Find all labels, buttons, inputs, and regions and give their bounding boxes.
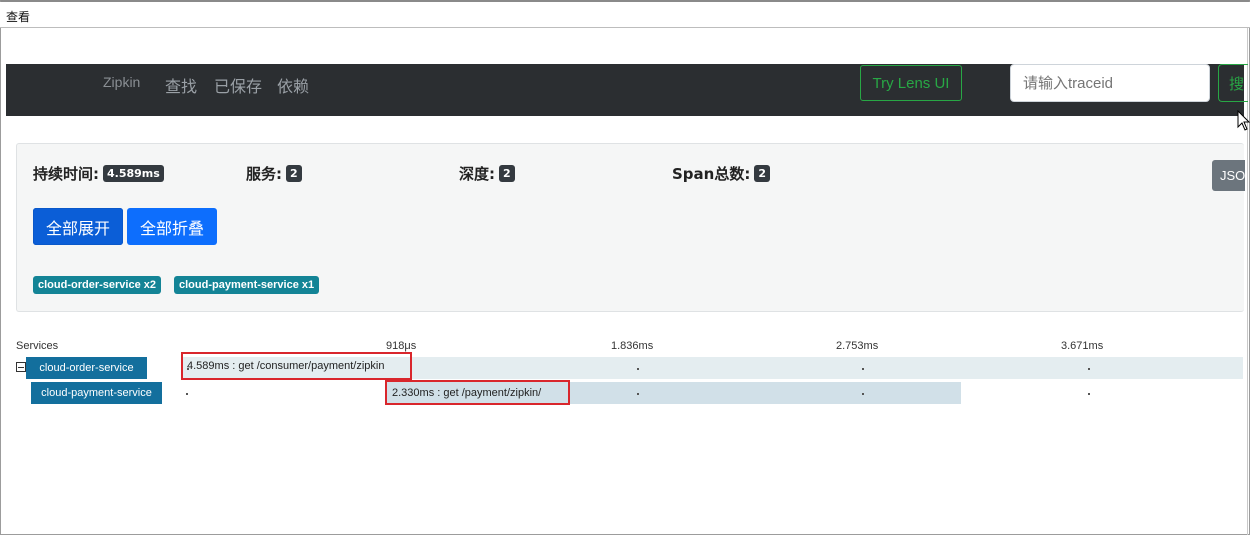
service-filter-badge[interactable]: cloud-order-service x2 <box>33 276 161 294</box>
services-column-header: Services <box>16 340 59 352</box>
nav-saved[interactable]: 已保存 <box>214 73 262 97</box>
services-label: 服务: <box>246 165 282 183</box>
duration-label: 持续时间: <box>33 165 99 183</box>
timeline-tick-label: 918μs <box>386 340 417 352</box>
duration-badge: 4.589ms <box>103 165 164 182</box>
search-button[interactable]: 搜 <box>1218 64 1248 102</box>
depth-label: 深度: <box>459 165 495 183</box>
tick-dot <box>637 368 639 370</box>
span-total-stat: Span总数: 2 <box>672 163 770 184</box>
json-button[interactable]: JSON <box>1212 160 1245 191</box>
json-button-label: JSON <box>1220 168 1245 183</box>
span-total-badge: 2 <box>754 165 770 182</box>
services-stat: 服务: 2 <box>246 163 302 184</box>
span-total-label: Span总数: <box>672 165 751 183</box>
nav-find[interactable]: 查找 <box>165 73 197 97</box>
root-span-label[interactable]: 4.589ms : get /consumer/payment/zipkin <box>181 352 412 380</box>
depth-badge: 2 <box>499 165 515 182</box>
traceid-search-input[interactable] <box>1010 64 1210 102</box>
nav-dependencies[interactable]: 依赖 <box>277 73 309 97</box>
tick-dot <box>186 393 188 395</box>
navbar: Zipkin 查找 已保存 依赖 Try Lens UI 搜 <box>6 64 1248 116</box>
collapse-toggle-icon[interactable] <box>16 362 26 372</box>
child-span-label[interactable]: 2.330ms : get /payment/zipkin/ <box>385 380 570 405</box>
tick-dot <box>1088 368 1090 370</box>
search-button-label: 搜 <box>1229 74 1245 93</box>
span-service-label[interactable]: cloud-order-service <box>26 357 147 379</box>
menu-view[interactable]: 查看 <box>6 8 30 25</box>
collapse-all-button[interactable]: 全部折叠 <box>127 208 217 245</box>
timeline-tick-label: 1.836ms <box>611 340 654 352</box>
brand-logo[interactable]: Zipkin <box>103 74 140 90</box>
trace-summary-panel: 持续时间: 4.589ms 服务: 2 深度: 2 Span总数: 2 JSON… <box>16 143 1245 312</box>
timeline-tick-label: 2.753ms <box>836 340 879 352</box>
timeline-tick-label: 3.671ms <box>1061 340 1104 352</box>
tick-dot <box>862 368 864 370</box>
tick-dot <box>637 393 639 395</box>
span-service-label[interactable]: cloud-payment-service <box>31 382 162 404</box>
tick-dot <box>862 393 864 395</box>
try-lens-ui-button[interactable]: Try Lens UI <box>860 65 962 101</box>
service-filter-badge[interactable]: cloud-payment-service x1 <box>174 276 320 294</box>
mouse-pointer-icon <box>1237 110 1250 131</box>
window-edge <box>1247 28 1248 535</box>
duration-stat: 持续时间: 4.589ms <box>33 163 164 184</box>
expand-all-button[interactable]: 全部展开 <box>33 208 123 245</box>
depth-stat: 深度: 2 <box>459 163 515 184</box>
menu-bar: 查看 <box>0 2 1250 28</box>
tick-dot <box>1088 393 1090 395</box>
services-badge: 2 <box>286 165 302 182</box>
